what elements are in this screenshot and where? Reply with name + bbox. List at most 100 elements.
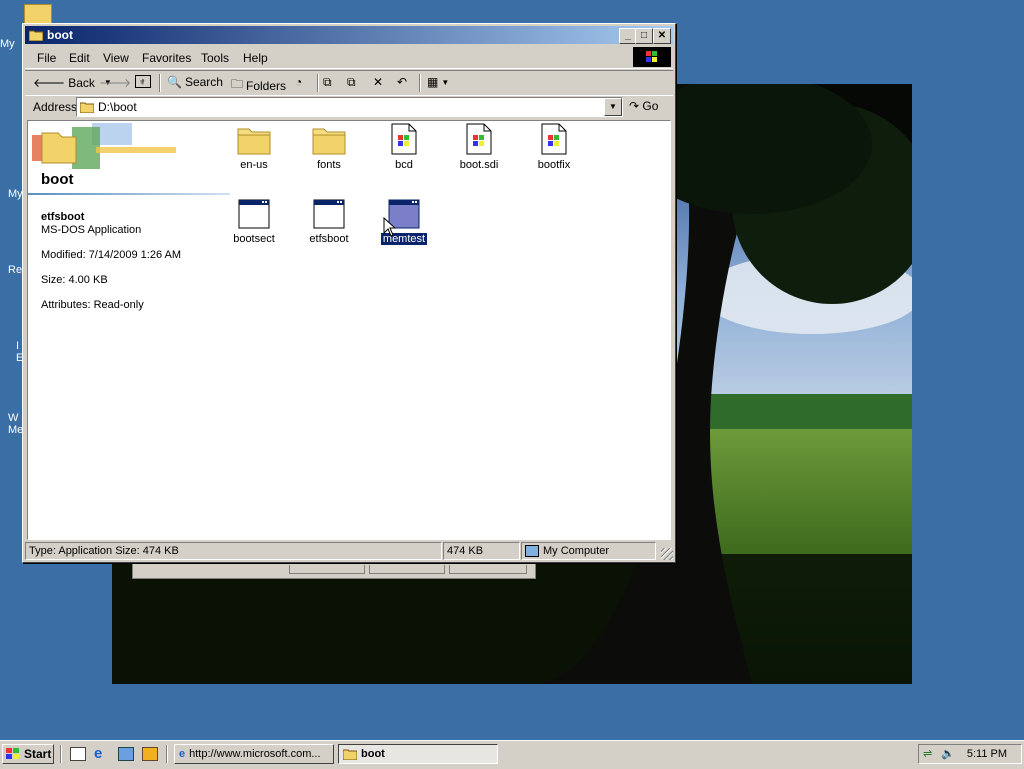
folder-banner-icon (32, 123, 182, 176)
file-item-boot-sdi[interactable]: boot.sdi (443, 123, 515, 171)
desktop-icon-label: Re (8, 264, 23, 276)
file-item-bootsect[interactable]: bootsect (218, 199, 290, 245)
info-file-type: MS-DOS Application (41, 224, 142, 236)
window-title: boot (47, 28, 73, 42)
file-label: bootfix (537, 159, 571, 171)
quicklaunch-ie[interactable]: e (94, 745, 102, 762)
chevron-down-icon: ▼ (441, 77, 450, 87)
info-size: Size: 4.00 KB (41, 274, 108, 286)
status-zone: My Computer (521, 542, 656, 560)
info-folder-title: boot (41, 171, 74, 188)
views-button[interactable]: ▦ ▼ (427, 75, 449, 89)
close-button[interactable]: ✕ (653, 28, 671, 44)
network-icon[interactable]: ⇌ (923, 747, 932, 760)
undo-icon: ↶ (397, 75, 408, 89)
maximize-button[interactable]: □ (635, 28, 653, 44)
menu-favorites[interactable]: Favorites (142, 51, 191, 65)
info-file-name: etfsboot (41, 211, 85, 223)
start-button[interactable]: Start (2, 744, 54, 764)
up-folder-button[interactable]: ↑ (135, 75, 151, 88)
folders-icon: 🗀 (231, 77, 244, 91)
quicklaunch-media-player[interactable] (142, 747, 158, 764)
file-item-bootfix[interactable]: bootfix (518, 123, 590, 171)
folder-icon (237, 128, 271, 155)
file-label: boot.sdi (459, 159, 499, 171)
task-button-boot[interactable]: boot (338, 744, 498, 764)
folders-label: Folders (246, 78, 287, 93)
go-button[interactable]: ↷ Go (629, 99, 658, 113)
volume-icon[interactable]: 🔈 (941, 747, 955, 760)
menu-tools[interactable]: Tools (201, 51, 229, 65)
file-label: bootsect (233, 233, 275, 245)
system-file-icon (391, 123, 417, 155)
application-icon (238, 199, 270, 229)
system-file-icon (466, 123, 492, 155)
folder-icon (80, 102, 94, 113)
address-label: Address (33, 100, 78, 114)
standard-toolbar: 🡐 Back ▼ 🡒 ▼ ↑ 🔍 Search 🗀 Folders ◔ ⧉ ⧉ … (25, 70, 673, 96)
folder-icon (343, 749, 357, 760)
application-icon (313, 199, 345, 229)
file-label: bcd (395, 159, 413, 171)
views-icon: ▦ (427, 75, 439, 89)
status-zone-label: My Computer (543, 545, 610, 557)
back-arrow-icon: 🡐 (33, 76, 66, 90)
file-item-en-us[interactable]: en-us (218, 125, 290, 171)
windows-logo-icon (633, 47, 671, 67)
status-text: Type: Application Size: 474 KB (25, 542, 442, 560)
show-desktop-icon (70, 747, 86, 761)
menu-file[interactable]: File (37, 51, 56, 65)
title-bar[interactable]: boot _ □ ✕ (25, 26, 673, 44)
file-label: etfsboot (309, 233, 349, 245)
info-modified: Modified: 7/14/2009 1:26 AM (41, 249, 182, 261)
task-label: boot (361, 748, 385, 760)
status-size: 474 KB (443, 542, 520, 560)
address-dropdown-button[interactable]: ▼ (604, 98, 622, 116)
copy-to-button[interactable]: ⧉ (347, 75, 356, 90)
search-icon: 🔍 (167, 75, 182, 89)
folder-icon (312, 128, 346, 155)
forward-arrow-icon: 🡒 (99, 76, 132, 90)
file-item-memtest[interactable]: memtest (368, 199, 440, 246)
outlook-express-icon (118, 747, 134, 761)
start-label: Start (24, 747, 52, 761)
mouse-cursor-icon (383, 217, 397, 237)
file-label: fonts (317, 159, 341, 171)
system-file-icon (541, 123, 567, 155)
history-button[interactable]: ◔ (295, 75, 302, 89)
system-tray: ⇌ 🔈 5:11 PM (918, 744, 1022, 764)
folder-content: boot etfsboot MS-DOS Application Modifie… (27, 120, 671, 540)
address-bar: Address D:\boot ▼ ↷ Go (25, 96, 673, 118)
move-to-button[interactable]: ⧉ (323, 75, 332, 90)
go-label: Go (642, 99, 659, 113)
status-bar: Type: Application Size: 474 KB 474 KB My… (25, 542, 673, 560)
background-window-edge (132, 561, 536, 579)
move-to-icon: ⧉ (323, 75, 332, 89)
resize-grip-icon[interactable] (661, 548, 673, 560)
folders-button[interactable]: 🗀 Folders (231, 75, 286, 96)
windows-logo-icon (6, 748, 19, 759)
task-label: http://www.microsoft.com... (189, 748, 321, 760)
explorer-window: boot _ □ ✕ File Edit View Favorites Tool… (22, 23, 676, 563)
address-input[interactable]: D:\boot ▼ (76, 97, 623, 117)
task-button-ie[interactable]: e http://www.microsoft.com... (174, 744, 334, 764)
quicklaunch-show-desktop[interactable] (70, 747, 86, 764)
quicklaunch-outlook[interactable] (118, 747, 134, 764)
file-item-etfsboot[interactable]: etfsboot (293, 199, 365, 245)
taskbar: Start e e http://www.microsoft.com... bo… (0, 740, 1024, 769)
copy-to-icon: ⧉ (347, 75, 356, 89)
menu-edit[interactable]: Edit (69, 51, 90, 65)
search-button[interactable]: 🔍 Search (167, 75, 223, 89)
file-item-bcd[interactable]: bcd (368, 123, 440, 171)
search-label: Search (184, 75, 223, 89)
menu-bar: File Edit View Favorites Tools Help (25, 46, 673, 69)
file-item-fonts[interactable]: fonts (293, 125, 365, 171)
delete-button[interactable]: ✕ (373, 75, 383, 89)
desktop-icon-label: My (0, 38, 15, 50)
undo-button[interactable]: ↶ (397, 75, 407, 89)
clock[interactable]: 5:11 PM (967, 748, 1007, 760)
address-value: D:\boot (98, 100, 137, 114)
menu-view[interactable]: View (103, 51, 129, 65)
menu-help[interactable]: Help (243, 51, 268, 65)
my-computer-icon (525, 545, 539, 558)
